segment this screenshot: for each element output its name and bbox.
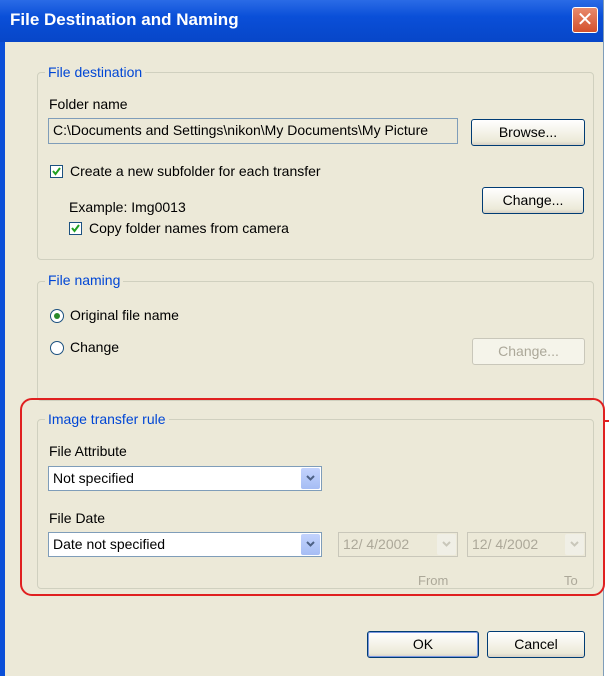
ok-button[interactable]: OK (367, 631, 479, 658)
subfolder-label: Create a new subfolder for each transfer (70, 163, 321, 179)
file-naming-legend: File naming (45, 272, 124, 288)
title-bar: File Destination and Naming ✕ (0, 0, 603, 42)
folder-path-field[interactable]: C:\Documents and Settings\nikon\My Docum… (48, 118, 458, 144)
file-destination-dialog: File Destination and Naming ✕ File desti… (0, 0, 605, 676)
close-icon[interactable]: ✕ (572, 7, 598, 33)
change-name-radio[interactable] (50, 341, 64, 355)
original-name-label: Original file name (70, 307, 179, 323)
browse-button[interactable]: Browse... (471, 119, 585, 146)
cancel-button[interactable]: Cancel (487, 631, 585, 658)
subfolder-change-button[interactable]: Change... (482, 187, 584, 214)
copy-names-label: Copy folder names from camera (89, 220, 289, 236)
subfolder-checkbox[interactable] (50, 165, 63, 178)
naming-change-button[interactable]: Change... (472, 338, 585, 365)
highlight-pointer (604, 420, 609, 422)
highlight-annotation (20, 398, 605, 596)
window-border (0, 42, 5, 676)
checkmark-icon (71, 224, 80, 233)
copy-names-checkbox[interactable] (69, 222, 82, 235)
original-name-radio[interactable] (50, 309, 64, 323)
change-name-label: Change (70, 339, 120, 355)
folder-name-label: Folder name (49, 96, 128, 112)
dialog-title: File Destination and Naming (10, 10, 239, 29)
checkmark-icon (52, 167, 61, 176)
example-text: Example: Img0013 (69, 199, 186, 215)
radio-selected-dot (54, 313, 60, 319)
file-destination-legend: File destination (45, 64, 146, 80)
